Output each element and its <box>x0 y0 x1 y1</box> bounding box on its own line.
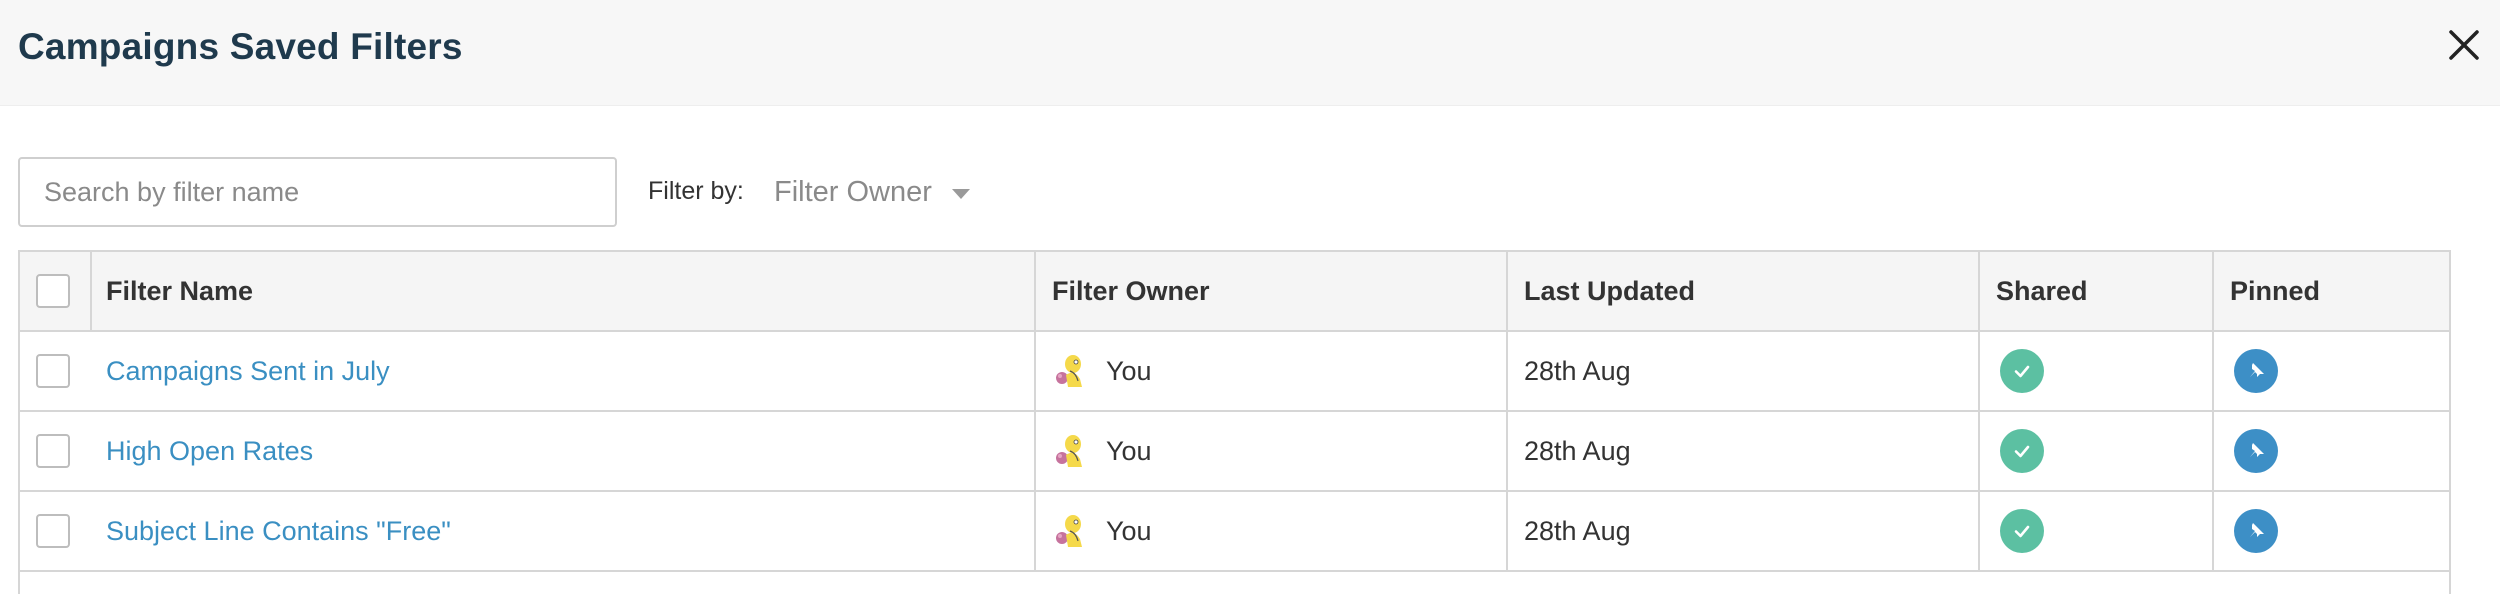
chevron-down-icon <box>951 189 970 199</box>
pin-icon <box>2250 443 2264 457</box>
shared-status-icon[interactable] <box>2000 349 2044 393</box>
pinned-status-icon[interactable] <box>2234 429 2278 473</box>
search-input[interactable] <box>18 157 617 227</box>
column-header-filter-owner[interactable]: Filter Owner <box>1052 252 1210 330</box>
select-all-checkbox[interactable] <box>36 274 70 308</box>
row-checkbox[interactable] <box>36 354 70 388</box>
filter-owner-dropdown[interactable]: Filter Owner <box>774 172 970 212</box>
filter-name-link[interactable]: High Open Rates <box>106 436 313 467</box>
pin-icon <box>2250 523 2264 537</box>
filter-owner-dropdown-value: Filter Owner <box>774 175 932 208</box>
column-header-shared[interactable]: Shared <box>1996 252 2088 330</box>
pin-icon <box>2250 363 2264 377</box>
filter-by-label: Filter by: <box>648 177 744 205</box>
column-header-last-updated[interactable]: Last Updated <box>1524 252 1695 330</box>
table-row: Campaigns Sent in July You 28th Aug <box>20 332 2449 412</box>
pinned-status-icon[interactable] <box>2234 349 2278 393</box>
check-icon <box>2014 365 2030 378</box>
table-row: High Open Rates You 28th Aug <box>20 412 2449 492</box>
column-header-filter-name[interactable]: Filter Name <box>106 252 253 330</box>
user-avatar-icon <box>1056 515 1082 547</box>
last-updated: 28th Aug <box>1524 355 1631 386</box>
select-all-cell <box>36 252 70 330</box>
owner-name: You <box>1106 515 1152 546</box>
row-checkbox[interactable] <box>36 434 70 468</box>
user-avatar-icon <box>1056 355 1082 387</box>
modal-title: Campaigns Saved Filters <box>18 26 463 67</box>
table-header: Filter Name Filter Owner Last Updated Sh… <box>20 252 2449 332</box>
shared-status-icon[interactable] <box>2000 429 2044 473</box>
shared-status-icon[interactable] <box>2000 509 2044 553</box>
filter-name-link[interactable]: Subject Line Contains "Free" <box>106 516 451 547</box>
filters-table: Filter Name Filter Owner Last Updated Sh… <box>18 250 2451 594</box>
pinned-status-icon[interactable] <box>2234 509 2278 553</box>
filter-name-link[interactable]: Campaigns Sent in July <box>106 356 390 387</box>
last-updated: 28th Aug <box>1524 515 1631 546</box>
owner-name: You <box>1106 355 1152 386</box>
column-header-pinned[interactable]: Pinned <box>2230 252 2320 330</box>
check-icon <box>2014 445 2030 458</box>
owner-name: You <box>1106 435 1152 466</box>
table-row: Subject Line Contains "Free" You 28th Au… <box>20 492 2449 572</box>
check-icon <box>2014 525 2030 538</box>
close-icon[interactable] <box>2447 28 2481 62</box>
last-updated: 28th Aug <box>1524 435 1631 466</box>
row-checkbox[interactable] <box>36 514 70 548</box>
modal-header: Campaigns Saved Filters <box>0 0 2500 106</box>
user-avatar-icon <box>1056 435 1082 467</box>
